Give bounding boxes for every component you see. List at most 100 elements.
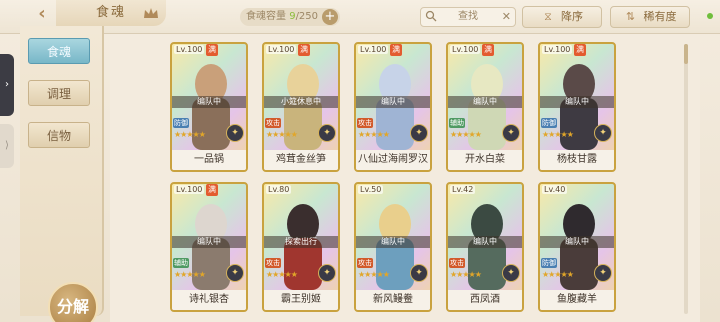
card-status: 编队中 [540,236,614,248]
capacity-max: /250 [295,11,319,22]
card-status: 编队中 [448,96,522,108]
emblem-icon: ✦ [318,124,336,142]
emblem-icon: ✦ [226,264,244,282]
side-handle[interactable]: ⟩ [0,124,14,168]
card-name: 诗礼银杏 [172,290,246,310]
star-rating: ★★★★★ [450,270,482,279]
decompose-button[interactable]: 分解 [48,282,98,322]
sort-icon: ⇅ [625,10,636,23]
filter-icon: ⧖ [544,10,552,23]
card-item[interactable]: Lv.50 编队中 攻击 ★★★★★ ✦ 新风鳗鲞 [354,182,432,312]
card-status: 编队中 [448,236,522,248]
star-rating: ★★★★★ [266,270,298,279]
card-level: Lv.100 [266,45,297,54]
app-frame: ‹ 食魂 食魂容量 9/250 + 查找 ✕ ⧖降序 ⇅稀有度 › ⟩ 食魂 [0,0,720,322]
card-item[interactable]: Lv.42 编队中 攻击 ★★★★★ ✦ 西凤酒 [446,182,524,312]
max-badge: 满 [390,44,402,56]
search-placeholder: 查找 [458,11,478,22]
tab-conditioning[interactable]: 调理 [28,80,90,106]
card-name: 新风鳗鲞 [356,290,430,310]
tab-food-soul[interactable]: 食魂 [28,38,90,64]
card-item[interactable]: Lv.100 满 编队中 辅助 ★★★★★ ✦ 开水白菜 [446,42,524,172]
card-name: 杨枝甘露 [540,150,614,170]
tab-tokens[interactable]: 信物 [28,122,90,148]
emblem-icon: ✦ [594,264,612,282]
sort-rarity-button[interactable]: ⇅ 稀有度 [610,6,690,28]
scrollbar-track[interactable] [684,44,688,314]
search-icon [425,10,437,22]
emblem-icon: ✦ [318,264,336,282]
card-name: 西凤酒 [448,290,522,310]
card-level: Lv.100 [358,45,389,54]
star-rating: ★★★★★ [358,130,390,139]
emblem-icon: ✦ [410,124,428,142]
card-name: 霸王别姬 [264,290,338,310]
card-status: 编队中 [172,236,246,248]
role-badge: 攻击 [265,118,281,128]
max-badge: 满 [206,44,218,56]
card-item[interactable]: Lv.100 满 小筵休息中 攻击 ★★★★★ ✦ 鸡茸金丝笋 [262,42,340,172]
crown-icon [144,8,158,18]
card-status: 小筵休息中 [264,96,338,108]
sort-rarity-label: 稀有度 [643,10,677,23]
role-badge: 攻击 [357,258,373,268]
card-level: Lv.100 [174,45,205,54]
card-name: 鱼腹藏羊 [540,290,614,310]
card-status: 编队中 [356,96,430,108]
role-badge: 防御 [173,118,189,128]
back-arrow-icon: ‹ [38,3,46,24]
top-bar: ‹ 食魂 食魂容量 9/250 + 查找 ✕ ⧖ 降序 ⇅ 稀有度 [0,0,720,34]
card-name: 一品锅 [172,150,246,170]
star-rating: ★★★★★ [266,130,298,139]
capacity-label: 食魂容量 [246,11,286,22]
sidebar: 食魂 调理 信物 分解 [20,26,104,322]
role-badge: 防御 [541,258,557,268]
max-badge: 满 [206,184,218,196]
card-status: 探索出行 [264,236,338,248]
notification-dot [707,13,713,19]
max-badge: 满 [298,44,310,56]
card-level: Lv.50 [358,185,384,194]
expand-handle[interactable]: › [0,54,14,116]
card-item[interactable]: Lv.40 编队中 防御 ★★★★★ ✦ 鱼腹藏羊 [538,182,616,312]
emblem-icon: ✦ [594,124,612,142]
star-rating: ★★★★★ [542,270,574,279]
clear-search-icon[interactable]: ✕ [502,8,511,26]
back-button[interactable]: ‹ [28,2,56,26]
emblem-icon: ✦ [410,264,428,282]
card-item[interactable]: Lv.100 满 编队中 攻击 ★★★★★ ✦ 八仙过海闹罗汉 [354,42,432,172]
capacity-display: 食魂容量 9/250 + [240,8,340,26]
role-badge: 辅助 [449,118,465,128]
star-rating: ★★★★★ [358,270,390,279]
card-item[interactable]: Lv.100 满 编队中 防御 ★★★★★ ✦ 一品锅 [170,42,248,172]
star-rating: ★★★★★ [542,130,574,139]
card-item[interactable]: Lv.100 满 编队中 防御 ★★★★★ ✦ 杨枝甘露 [538,42,616,172]
emblem-icon: ✦ [502,264,520,282]
card-level: Lv.100 [450,45,481,54]
add-capacity-button[interactable]: + [322,9,338,25]
role-badge: 防御 [541,118,557,128]
card-level: Lv.42 [450,185,476,194]
star-rating: ★★★★★ [174,270,206,279]
card-name: 鸡茸金丝笋 [264,150,338,170]
card-name: 八仙过海闹罗汉 [356,150,430,170]
card-item[interactable]: Lv.100 满 编队中 辅助 ★★★★★ ✦ 诗礼银杏 [170,182,248,312]
scrollbar-thumb[interactable] [684,44,688,64]
search-input[interactable]: 查找 ✕ [420,7,516,27]
role-badge: 攻击 [357,118,373,128]
card-status: 编队中 [540,96,614,108]
card-status: 编队中 [172,96,246,108]
card-status: 编队中 [356,236,430,248]
star-rating: ★★★★★ [450,130,482,139]
card-item[interactable]: Lv.80 探索出行 攻击 ★★★★★ ✦ 霸王别姬 [262,182,340,312]
star-rating: ★★★★★ [174,130,206,139]
card-level: Lv.100 [542,45,573,54]
card-level: Lv.40 [542,185,568,194]
card-name: 开水白菜 [448,150,522,170]
emblem-icon: ✦ [502,124,520,142]
max-badge: 满 [482,44,494,56]
sort-order-label: 降序 [561,10,583,23]
sort-order-button[interactable]: ⧖ 降序 [522,6,602,28]
card-level: Lv.80 [266,185,292,194]
max-badge: 满 [574,44,586,56]
